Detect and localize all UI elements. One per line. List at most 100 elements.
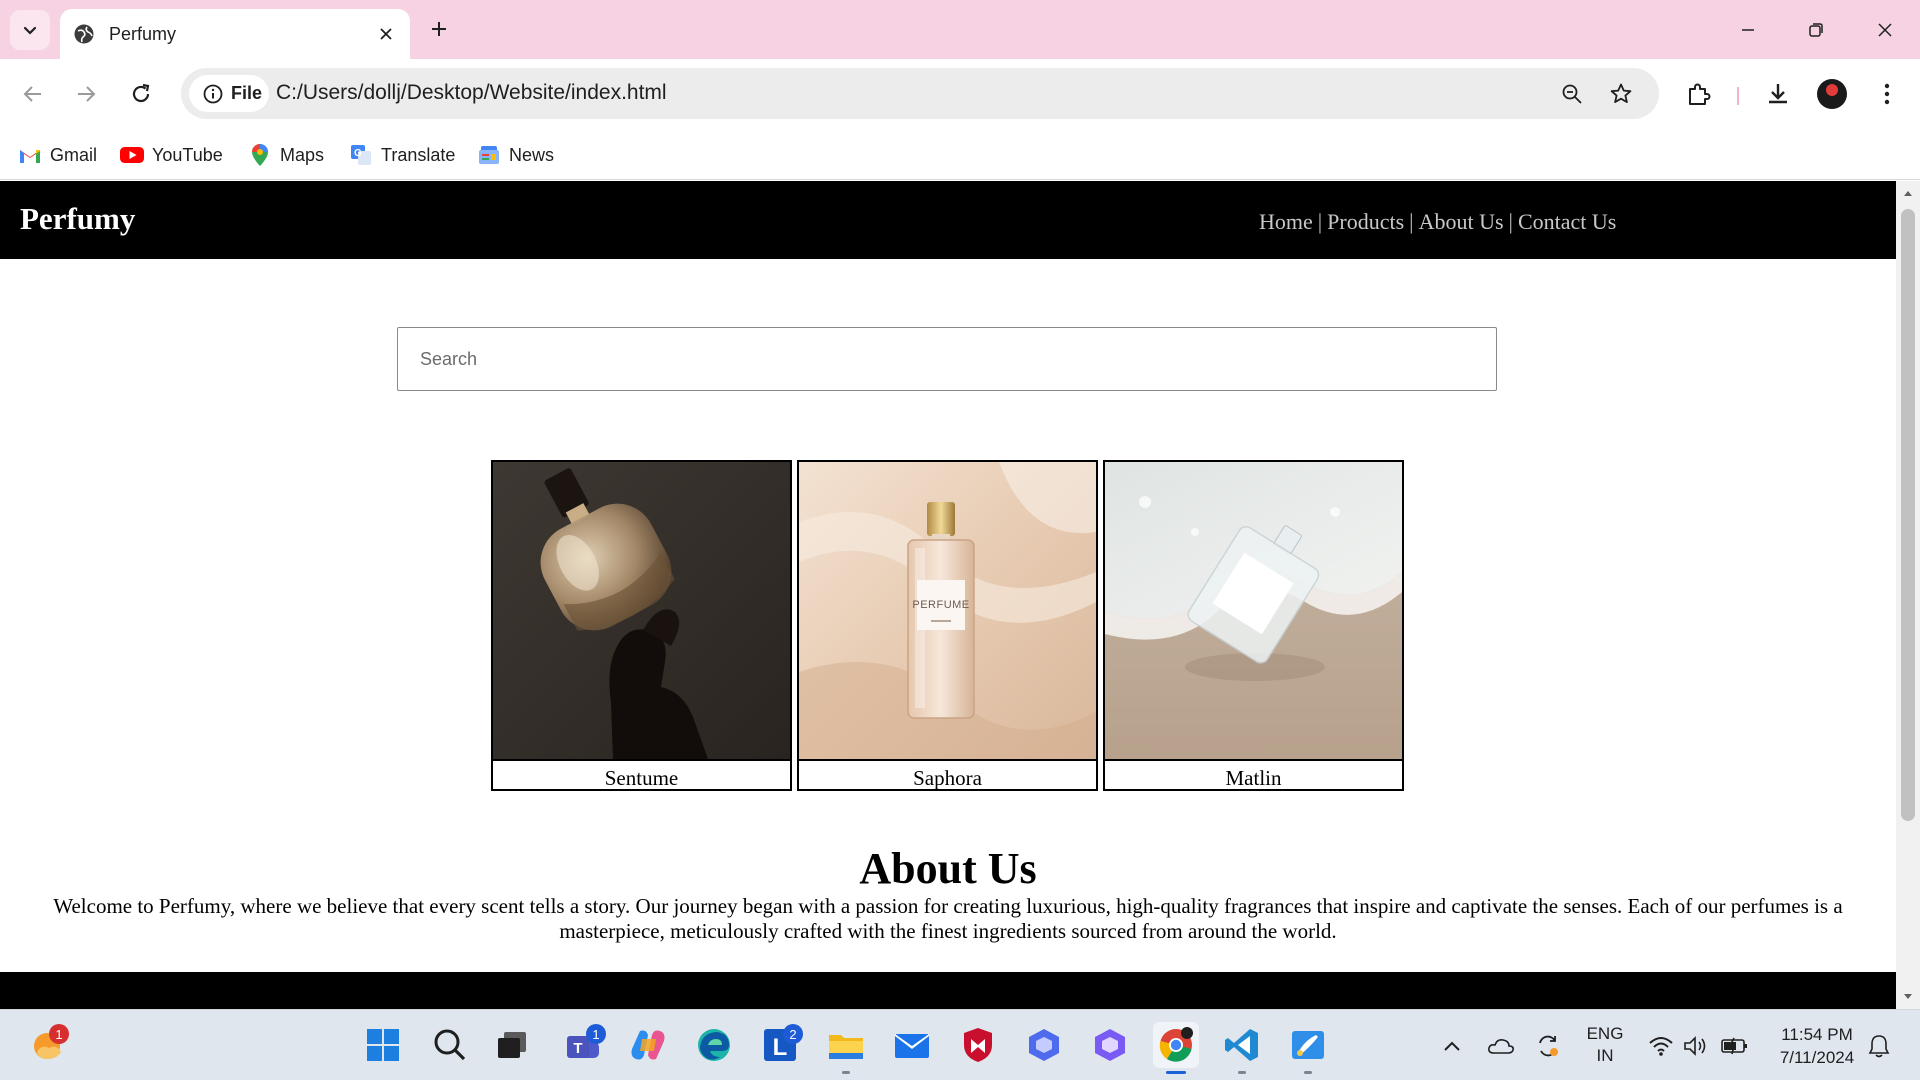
bookmark-youtube[interactable]: YouTube bbox=[120, 140, 223, 170]
bookmark-news[interactable]: News bbox=[477, 140, 554, 170]
close-window-button[interactable] bbox=[1862, 8, 1908, 52]
nav-products-link[interactable]: Products bbox=[1327, 209, 1404, 235]
taskbar-vscode[interactable] bbox=[1219, 1022, 1265, 1074]
bottle-label-text: PERFUME bbox=[912, 599, 969, 611]
bookmark-translate[interactable]: G Translate bbox=[349, 140, 455, 170]
onedrive-icon[interactable] bbox=[1487, 1032, 1515, 1060]
minimize-button[interactable] bbox=[1725, 8, 1771, 52]
battery-icon[interactable] bbox=[1720, 1032, 1748, 1060]
nav-separator: | bbox=[1508, 209, 1513, 234]
product-card-sentume[interactable]: Sentume bbox=[491, 460, 792, 791]
language-code: ENG bbox=[1586, 1024, 1624, 1043]
product-name[interactable]: Matlin bbox=[1105, 759, 1402, 791]
search-input[interactable] bbox=[397, 327, 1497, 391]
windows-taskbar: 1 T 1 L 2 ENG IN 11:54 PM 7/11/2024 bbox=[0, 1009, 1920, 1080]
back-button[interactable] bbox=[14, 75, 52, 113]
download-icon[interactable] bbox=[1759, 75, 1797, 113]
maps-icon bbox=[248, 143, 272, 167]
vscode-icon bbox=[1225, 1029, 1258, 1061]
address-bar[interactable]: File C:/Users/dollj/Desktop/Website/inde… bbox=[181, 68, 1659, 119]
volume-icon[interactable] bbox=[1681, 1032, 1709, 1060]
bookmark-gmail[interactable]: Gmail bbox=[18, 140, 97, 170]
site-logo[interactable]: Perfumy bbox=[20, 201, 135, 237]
site-info-chip[interactable]: File bbox=[189, 75, 269, 112]
bookmark-maps[interactable]: Maps bbox=[248, 140, 324, 170]
edge-icon bbox=[698, 1029, 730, 1061]
clock[interactable]: 11:54 PM 7/11/2024 bbox=[1762, 1023, 1872, 1069]
language-indicator[interactable]: ENG IN bbox=[1583, 1023, 1627, 1067]
url-text[interactable]: C:/Users/dollj/Desktop/Website/index.htm… bbox=[276, 81, 667, 105]
product-image[interactable] bbox=[493, 462, 790, 759]
about-heading: About Us bbox=[859, 844, 1037, 893]
app-hex-icon bbox=[1029, 1029, 1059, 1061]
taskbar-edge[interactable] bbox=[691, 1022, 737, 1068]
product-name[interactable]: Sentume bbox=[493, 759, 790, 791]
teams-badge: 1 bbox=[586, 1024, 606, 1044]
browser-toolbar: File C:/Users/dollj/Desktop/Website/inde… bbox=[0, 59, 1920, 130]
forward-button[interactable] bbox=[67, 75, 105, 113]
about-paragraph: Welcome to Perfumy, where we believe tha… bbox=[53, 894, 1843, 943]
bookmark-label: Translate bbox=[381, 144, 456, 165]
info-icon bbox=[203, 84, 223, 103]
mail-icon bbox=[895, 1034, 929, 1058]
taskbar-file-explorer[interactable] bbox=[823, 1022, 869, 1074]
scroll-down-icon[interactable] bbox=[1896, 987, 1920, 1007]
minimize-icon bbox=[1742, 29, 1754, 31]
nav-contact-link[interactable]: Contact Us bbox=[1518, 209, 1616, 235]
taskbar-search-button[interactable] bbox=[427, 1022, 473, 1068]
more-menu-icon[interactable] bbox=[1868, 75, 1906, 113]
arrow-right-icon bbox=[78, 86, 96, 102]
taskbar-paint[interactable] bbox=[1285, 1022, 1331, 1074]
tab-perfumy[interactable]: Perfumy bbox=[60, 9, 410, 59]
page-scrollbar[interactable] bbox=[1896, 181, 1920, 1009]
reload-button[interactable] bbox=[122, 75, 160, 113]
taskbar-copilot[interactable] bbox=[625, 1022, 671, 1068]
arrow-left-icon bbox=[23, 86, 41, 102]
zoom-icon[interactable] bbox=[1557, 79, 1587, 109]
start-icon bbox=[367, 1029, 399, 1061]
wifi-icon[interactable] bbox=[1647, 1032, 1675, 1060]
close-icon bbox=[1878, 23, 1892, 37]
task-view-button[interactable] bbox=[489, 1022, 535, 1068]
close-tab-icon[interactable] bbox=[372, 20, 400, 48]
bookmark-label: YouTube bbox=[152, 144, 223, 165]
chevron-up-icon[interactable] bbox=[1438, 1032, 1466, 1060]
widgets-button[interactable]: 1 bbox=[25, 1022, 71, 1068]
taskbar-mcafee[interactable] bbox=[955, 1022, 1001, 1068]
new-tab-button[interactable] bbox=[422, 12, 456, 46]
bookmark-star-icon[interactable] bbox=[1606, 79, 1636, 109]
product-card-saphora[interactable]: PERFUME Saphora bbox=[797, 460, 1098, 791]
product-image[interactable] bbox=[1105, 462, 1402, 759]
taskbar-teams[interactable]: T 1 bbox=[560, 1022, 606, 1068]
running-indicator bbox=[1166, 1071, 1186, 1074]
globe-icon bbox=[74, 24, 94, 44]
site-header: Perfumy Home | Products | About Us | Con… bbox=[0, 181, 1896, 259]
running-indicator bbox=[1238, 1071, 1246, 1074]
toolbar-divider bbox=[1737, 87, 1739, 105]
taskbar-mail[interactable] bbox=[889, 1022, 935, 1068]
file-explorer-icon bbox=[829, 1035, 863, 1059]
nav-home-link[interactable]: Home bbox=[1259, 209, 1313, 235]
taskbar-launcher-l[interactable]: L 2 bbox=[757, 1022, 803, 1068]
notification-bell-icon[interactable] bbox=[1865, 1032, 1893, 1060]
scroll-thumb[interactable] bbox=[1901, 209, 1915, 821]
region-code: IN bbox=[1596, 1046, 1614, 1065]
nav-about-link[interactable]: About Us bbox=[1419, 209, 1504, 235]
profile-avatar[interactable] bbox=[1817, 79, 1847, 109]
product-name[interactable]: Saphora bbox=[799, 759, 1096, 791]
taskbar-app-hex-2[interactable] bbox=[1087, 1022, 1133, 1068]
sync-icon[interactable] bbox=[1534, 1032, 1562, 1060]
running-indicator bbox=[842, 1071, 850, 1074]
scroll-up-icon[interactable] bbox=[1896, 183, 1920, 203]
taskbar-app-hex-1[interactable] bbox=[1021, 1022, 1067, 1068]
bookmark-label: News bbox=[509, 144, 555, 165]
restore-button[interactable] bbox=[1793, 8, 1839, 52]
product-card-matlin[interactable]: Matlin bbox=[1103, 460, 1404, 791]
bookmarks-bar: Gmail YouTube Maps G Translate News bbox=[0, 130, 1920, 180]
reload-icon bbox=[132, 83, 150, 103]
tab-search-button[interactable] bbox=[10, 10, 50, 50]
extensions-icon[interactable] bbox=[1680, 75, 1718, 113]
product-image[interactable]: PERFUME bbox=[799, 462, 1096, 759]
start-button[interactable] bbox=[360, 1022, 406, 1068]
taskbar-chrome[interactable] bbox=[1153, 1022, 1199, 1074]
